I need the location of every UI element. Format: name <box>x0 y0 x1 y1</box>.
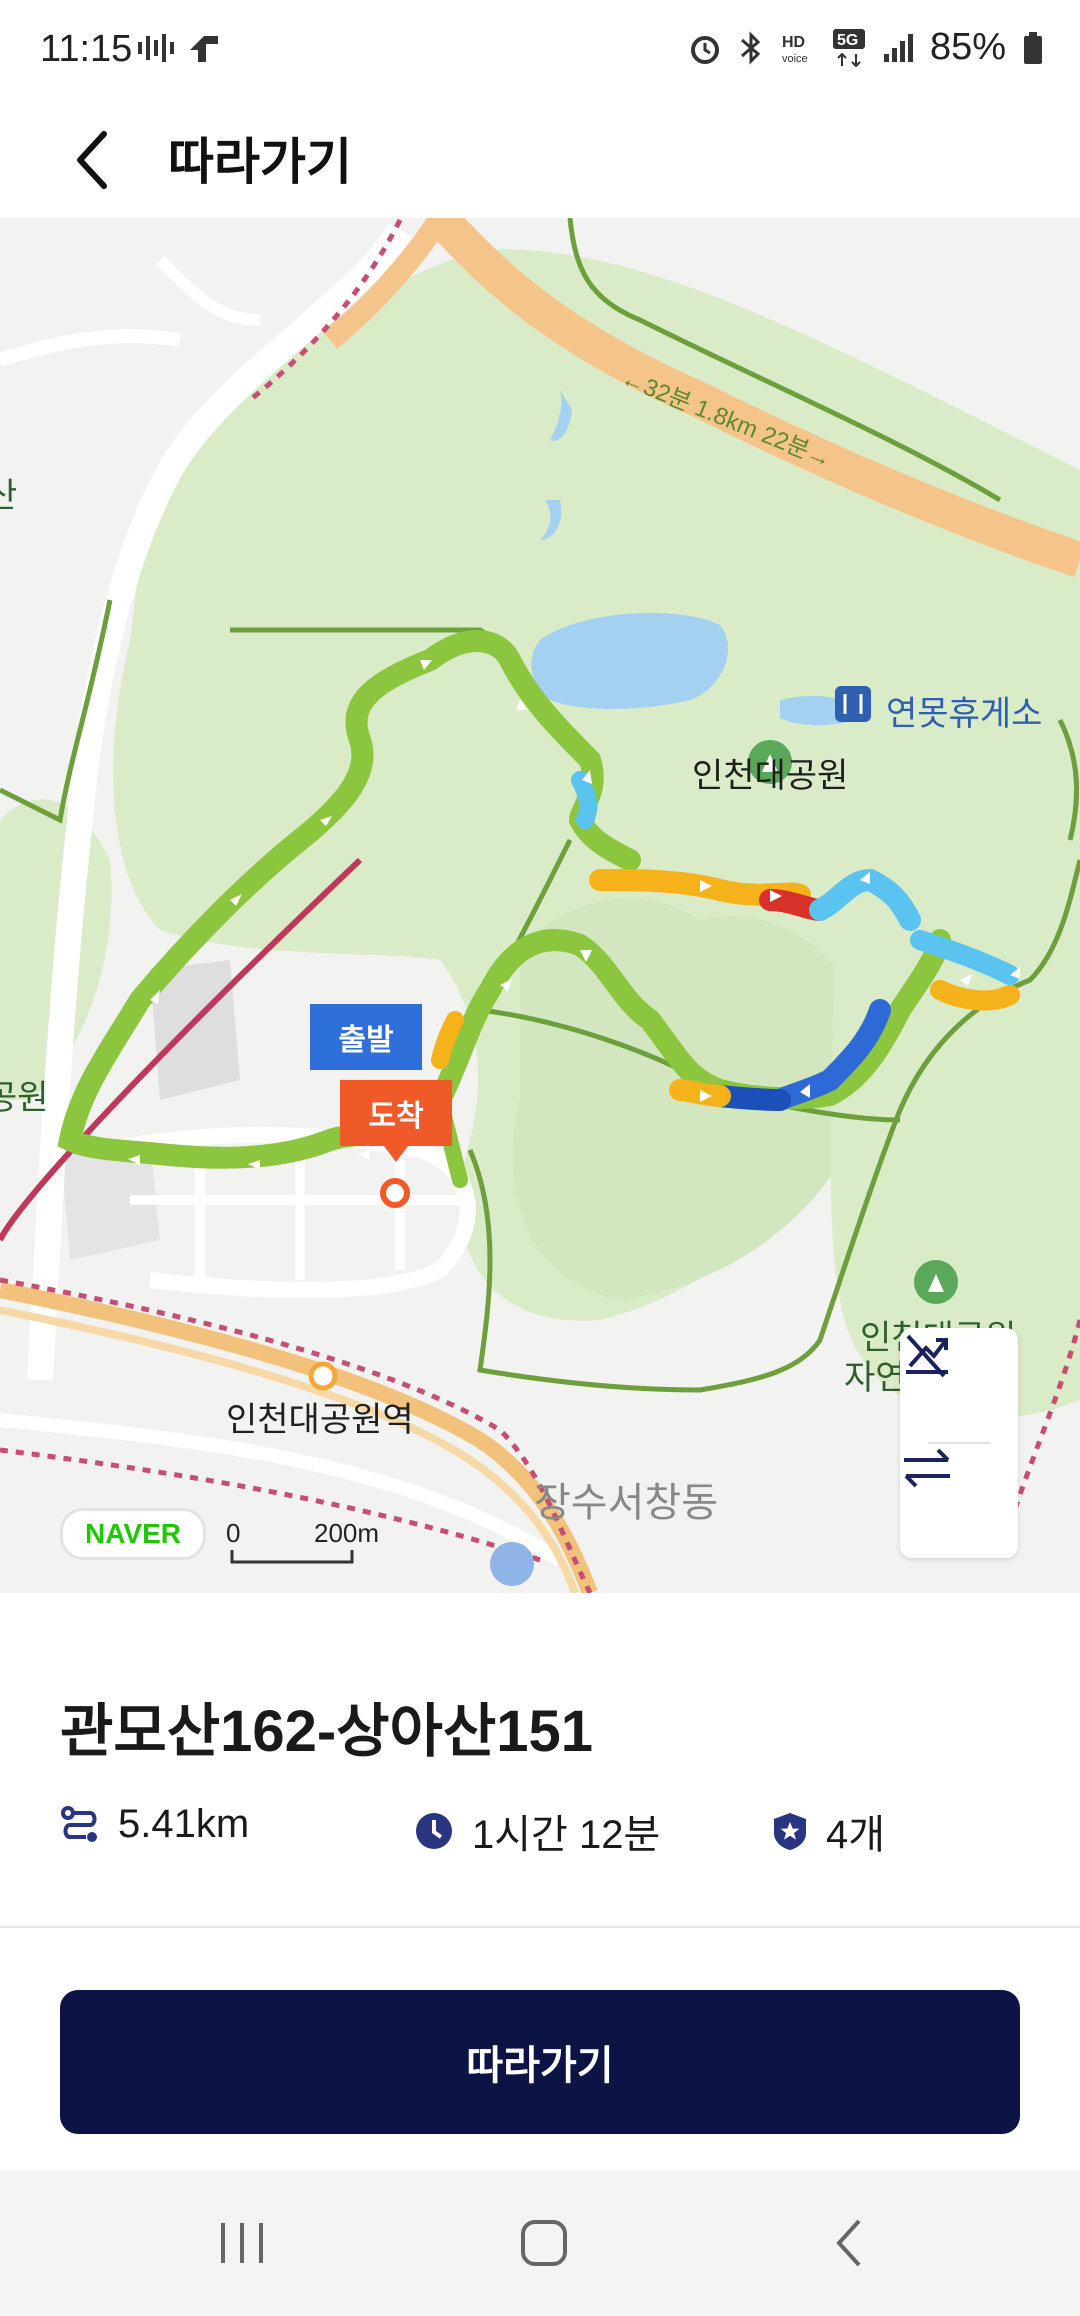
system-nav-bar <box>0 2170 1080 2316</box>
station-label: 인천대공원역 <box>226 1401 414 1439</box>
checkpoint-stat: 4개 <box>772 1802 885 1860</box>
signal-icon <box>883 33 913 62</box>
status-bar: 11:15 HD voice 5G 85% <box>0 0 1080 100</box>
end-marker-pointer <box>384 1146 408 1162</box>
checkpoint-value: 4개 <box>826 1813 886 1857</box>
shield-star-icon <box>774 1813 806 1850</box>
svg-text:voice: voice <box>782 53 808 65</box>
route-info-sheet: 관모산162-상아산151 5.41km 1시간 12분 4개 따라가기 <box>0 1594 1080 2169</box>
tool-divider <box>928 1442 990 1444</box>
forest-label-line2: 자연 <box>844 1359 907 1397</box>
scale-distance: 200m <box>314 1518 380 1548</box>
duration-value: 1시간 12분 <box>472 1813 661 1857</box>
district-label: 장수서창동 <box>534 1481 718 1525</box>
park-label: 인천대공원 <box>692 757 849 795</box>
svg-text:5G: 5G <box>837 32 858 49</box>
edge-label-left-1: 산 <box>0 477 18 515</box>
duration-stat: 1시간 12분 <box>414 1802 660 1860</box>
voice-activity-icon <box>138 34 174 62</box>
sheet-divider <box>0 1926 1080 1928</box>
bluetooth-icon <box>740 30 761 65</box>
hd-voice-icon: HD voice <box>782 34 808 65</box>
scale-zero: 0 <box>226 1518 241 1548</box>
home-button[interactable] <box>444 2170 644 2316</box>
status-time: 11:15 <box>40 28 133 70</box>
start-marker[interactable]: 출발 <box>310 1004 422 1070</box>
svg-text:HD: HD <box>782 34 805 51</box>
route-name: 관모산162-상아산151 <box>60 1699 594 1764</box>
elevation-toggle-button[interactable] <box>900 1328 1018 1440</box>
route-stats: 5.41km 1시간 12분 4개 <box>60 1802 1020 1862</box>
battery-percent: 85% <box>929 26 1006 68</box>
chevron-left-icon <box>77 131 107 189</box>
page-title: 따라가기 <box>168 134 352 190</box>
back-button[interactable] <box>62 120 122 200</box>
route-distance-icon <box>61 1805 97 1842</box>
app-bar: 따라가기 <box>0 100 1080 218</box>
route-map[interactable]: ←32분 1.8km 22분→ 연못휴게소 인천대공원 인천대공원역 장수서창동… <box>0 218 1080 1593</box>
airplane-icon <box>190 36 218 62</box>
distance-stat: 5.41km <box>60 1802 249 1847</box>
home-icon <box>521 2220 567 2266</box>
back-icon <box>836 2219 861 2267</box>
battery-icon <box>1024 31 1042 64</box>
map-tool-panel <box>900 1328 1018 1558</box>
5g-icon: 5G <box>832 28 865 67</box>
elevation-toggle-icon <box>906 1334 948 1378</box>
distance-value: 5.41km <box>118 1802 250 1846</box>
alarm-icon <box>690 35 719 64</box>
edge-label-left-2: 공원 <box>0 1079 49 1117</box>
swap-direction-icon <box>904 1448 950 1488</box>
naver-logo[interactable]: NAVER <box>60 1508 206 1560</box>
clock-icon <box>416 1813 452 1849</box>
end-marker[interactable]: 도착 <box>340 1080 452 1146</box>
swap-direction-button[interactable] <box>900 1446 1018 1558</box>
rest-area-label: 연못휴게소 <box>886 695 1043 733</box>
recent-apps-icon <box>221 2223 263 2263</box>
recent-apps-button[interactable] <box>142 2170 342 2316</box>
follow-button[interactable]: 따라가기 <box>60 1990 1020 2134</box>
system-back-button[interactable] <box>748 2170 948 2316</box>
